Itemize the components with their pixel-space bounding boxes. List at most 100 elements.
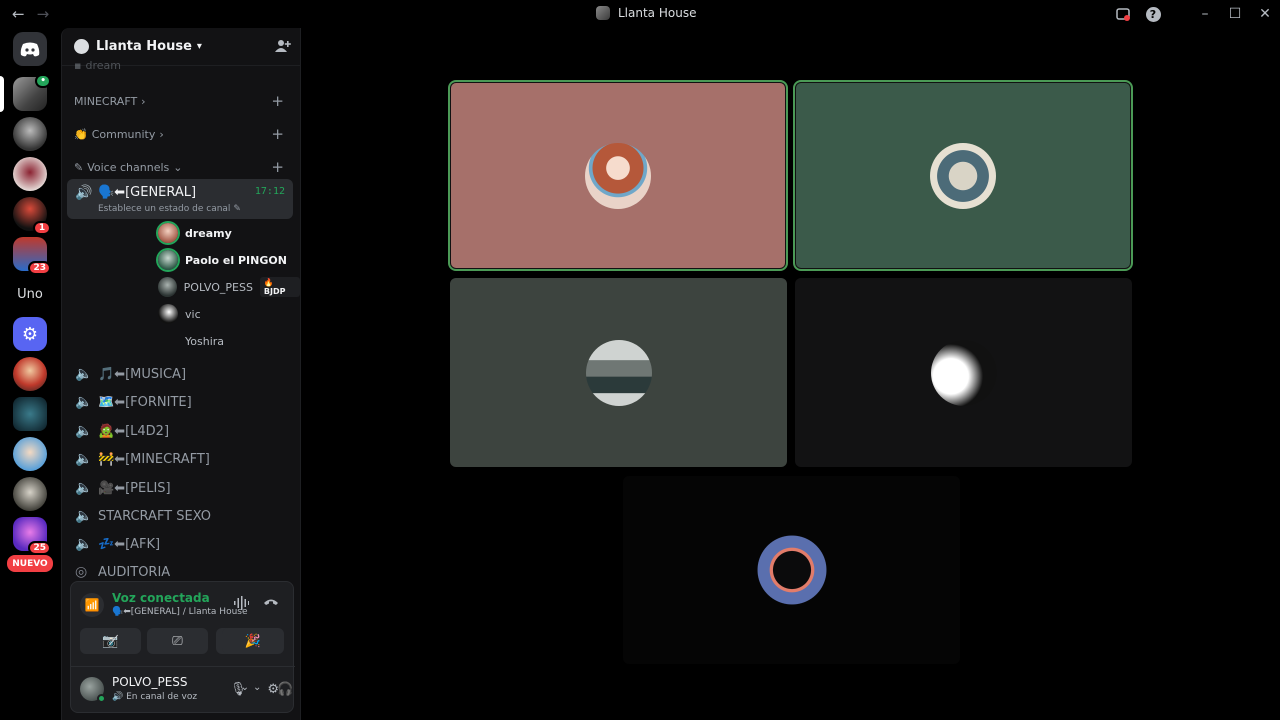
voice-status-title[interactable]: Voz conectada [112,591,210,605]
voice-channel-musica[interactable]: 🔈 🎵⬅[MUSICA] [67,360,293,388]
user-avatar[interactable] [80,677,106,703]
create-channel-button[interactable]: + [271,158,284,176]
avatar [158,331,178,351]
set-channel-status[interactable]: Establece un estado de canal ✎ [98,204,241,214]
channel-name: 🚧⬅[MINECRAFT] [98,451,210,467]
soundboard-wave-icon[interactable] [233,596,249,614]
settings-gear-icon[interactable]: ⚙ [267,682,279,697]
server-icon-11[interactable] [13,477,47,511]
chevron-down-icon: ▾ [196,41,202,52]
server-icon-10[interactable] [13,437,47,471]
minimize-icon[interactable]: – [1190,0,1220,28]
server-icon [596,6,610,20]
voice-user-dreamy[interactable]: dreamy [158,221,232,245]
online-status-dot [97,694,106,703]
participant-tile-yoshira[interactable] [623,476,960,664]
signal-icon[interactable]: 📶 [80,593,104,617]
window-title: Llanta House [596,6,696,20]
chevron-down-icon[interactable]: ⌄ [241,682,249,693]
voice-channel-afk[interactable]: 🔈 💤⬅[AFK] [67,530,293,558]
pen-icon: ✎ [74,161,84,174]
server-icon-9[interactable] [13,397,47,431]
category-community[interactable]: 👏 Community › [74,128,164,141]
server-icon-3[interactable] [13,157,47,191]
speaker-icon: 🔈 [75,394,93,410]
server-icon-2[interactable] [13,117,47,151]
server-icon-7[interactable]: ⚙ [13,317,47,351]
category-voice-channels[interactable]: ✎ Voice channels ⌄ [74,161,182,174]
voice-channel-fornite[interactable]: 🔈 🗺️⬅[FORNITE] [67,388,293,416]
channel-sidebar: Llanta House ▾ ▪ dream MINECRAFT › + 👏 C… [61,28,301,720]
maximize-icon[interactable]: ☐ [1220,0,1250,28]
voice-status-subtitle[interactable]: 🗣️⬅[GENERAL] / Llanta House [112,607,248,617]
new-unreads-pill[interactable]: NUEVO [7,555,53,572]
voice-channel-general[interactable]: 🔊 🗣️⬅[GENERAL] 17:12 Establece un estado… [67,179,293,219]
server-name: Llanta House [96,39,192,54]
guild-tag: 🔥 BJDP [259,277,300,297]
username: POLVO_PESS [183,280,253,294]
server-icon-4[interactable]: 1 [13,197,51,235]
channel-name: 💤⬅[AFK] [98,536,161,552]
discord-home-button[interactable] [13,32,47,66]
speaker-icon: 🔈 [75,423,93,439]
participant-tile-polvo-pess[interactable] [450,278,787,467]
voice-channel-l4d2[interactable]: 🔈 🧟⬅[L4D2] [67,417,293,445]
voice-channel-starcraft[interactable]: 🔈 STARCRAFT SEXO [67,502,293,530]
voice-user-polvo-pess[interactable]: POLVO_PESS 🔥 BJDP [158,275,300,299]
server-llanta-house[interactable]: • [13,74,51,111]
create-channel-button[interactable]: + [271,92,284,110]
voice-user-yoshira[interactable]: Yoshira [158,329,224,353]
chevron-right-icon: › [141,95,146,108]
help-icon[interactable]: ? [1138,0,1168,28]
channel-name: 🧟⬅[L4D2] [98,423,170,439]
server-icon-8[interactable] [13,357,47,391]
discord-logo-icon [20,42,40,56]
status-text: En canal de voz [126,692,198,702]
speaker-icon: 🔈 [75,536,93,552]
chevron-down-icon[interactable]: ⌄ [253,682,261,693]
inbox-icon[interactable] [1108,0,1138,28]
speaker-icon: 🔈 [75,480,93,496]
camera-off-button[interactable]: 📷̸ [80,628,141,654]
share-screen-button[interactable]: ⎚ [147,628,208,654]
headphones-icon[interactable]: 🎧 [277,682,293,697]
participant-avatar [585,339,652,406]
participant-tile-dreamy[interactable] [450,82,786,269]
avatar [158,277,177,297]
forward-arrow-icon[interactable]: → [37,5,50,23]
history-nav: ← → [12,5,49,23]
voice-user-vic[interactable]: vic [158,302,201,326]
category-label: dream [85,59,121,72]
voice-connection-panel: 📶 Voz conectada 🗣️⬅[GENERAL] / Llanta Ho… [70,581,295,713]
server-icon-5[interactable]: 23 [13,237,51,275]
username: dreamy [185,226,232,240]
create-channel-button[interactable]: + [271,125,284,143]
status-text: Establece un estado de canal [98,204,231,214]
voice-user-paolo[interactable]: Paolo el PINGON [158,248,287,272]
current-username[interactable]: POLVO_PESS [112,675,188,689]
participant-tile-vic[interactable] [795,278,1132,467]
notification-badge: 23 [28,261,51,275]
close-icon[interactable]: ✕ [1250,0,1280,28]
category-minecraft[interactable]: MINECRAFT › [74,95,146,108]
disconnect-phone-icon[interactable] [263,596,279,611]
server-uno[interactable]: Uno [13,277,47,311]
chevron-down-icon: ⌄ [173,161,183,174]
participant-tile-paolo[interactable] [795,82,1131,269]
category-truncated[interactable]: ▪ dream [74,59,121,72]
username: Yoshira [185,334,225,348]
panel-divider [71,666,295,667]
voice-channel-pelis[interactable]: 🔈 🎥⬅[PELIS] [67,474,293,502]
channel-name: 🎥⬅[PELIS] [98,480,171,496]
participant-avatar [585,142,651,209]
voice-channel-minecraft[interactable]: 🔈 🚧⬅[MINECRAFT] [67,445,293,473]
add-member-icon[interactable] [275,38,292,55]
server-icon-12[interactable]: 25 [13,517,51,555]
participant-avatar [930,339,997,406]
soundboard-button[interactable]: 🎉 [222,628,284,654]
window-controls: ? – ☐ ✕ [1108,0,1280,28]
selected-server-pill [0,76,4,112]
server-rail: • 1 23 Uno ⚙ 25 NUEVO [0,28,60,720]
channel-timer: 17:12 [254,186,285,197]
back-arrow-icon[interactable]: ← [12,5,25,23]
